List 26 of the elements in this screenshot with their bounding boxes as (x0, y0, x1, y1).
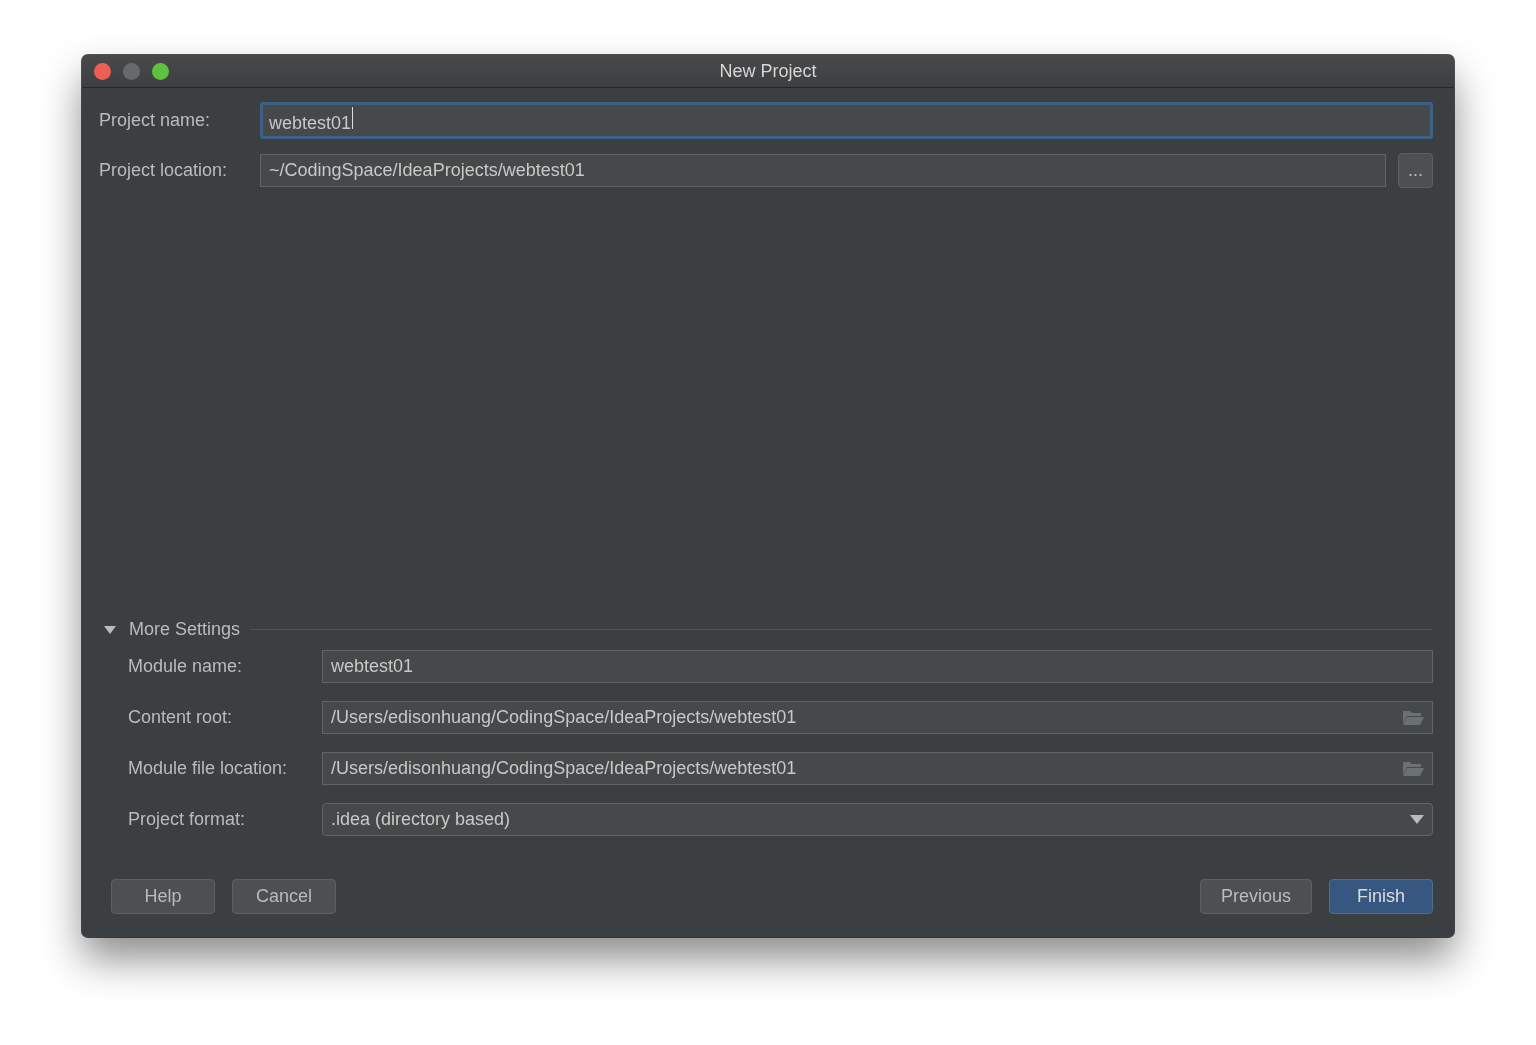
field-label: Project name: (99, 110, 212, 131)
path-field[interactable]: /Users/edisonhuang/CodingSpace/IdeaProjects/webtest01 (322, 752, 1433, 785)
field-label: Content root: (128, 707, 234, 728)
zoom-icon[interactable] (152, 62, 169, 80)
minimize-icon[interactable] (123, 62, 140, 80)
field-label: Project location: (99, 160, 229, 181)
text-field[interactable]: webtest01 (260, 102, 1433, 139)
dialog-button[interactable]: Cancel (232, 879, 336, 914)
text-field[interactable]: webtest01 (322, 650, 1433, 683)
field-label: Project format: (128, 809, 247, 830)
section-toggle[interactable]: More Settings (129, 619, 241, 640)
dialog-button[interactable]: Previous (1199, 879, 1312, 914)
text-field[interactable]: ~/CodingSpace/IdeaProjects/webtest01 (260, 154, 1386, 187)
dropdown-arrow-icon (1410, 815, 1424, 824)
close-icon[interactable] (94, 62, 111, 80)
browse-button[interactable]: ... (1398, 153, 1433, 188)
path-field[interactable]: /Users/edisonhuang/CodingSpace/IdeaProjects/webtest01 (322, 701, 1433, 734)
default-button[interactable]: Finish (1329, 879, 1433, 914)
dropdown[interactable]: .idea (directory based) (322, 803, 1433, 836)
window-title: New Project (719, 60, 817, 81)
folder-icon[interactable] (1402, 709, 1424, 726)
field-label: Module name: (128, 656, 244, 677)
dialog-button[interactable]: Help (111, 879, 215, 914)
folder-icon[interactable] (1402, 760, 1424, 777)
expanded-triangle-icon[interactable] (103, 624, 117, 635)
field-label: Module file location: (128, 758, 289, 779)
